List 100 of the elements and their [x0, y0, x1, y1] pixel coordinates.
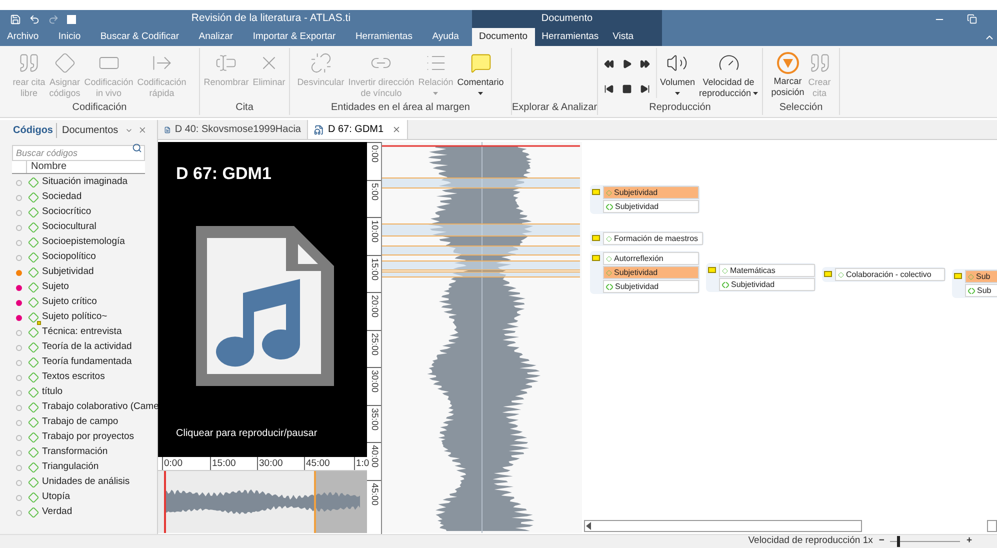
code-row[interactable]: Subjetividad: [0, 265, 157, 280]
code-name: Socioepistemología: [42, 235, 125, 250]
code-row[interactable]: Sujeto político~: [0, 310, 157, 325]
ribbon-button[interactable]: Comentario: [456, 48, 505, 101]
code-row[interactable]: Sociedad: [0, 190, 157, 205]
code-row[interactable]: Textos escritos: [0, 370, 157, 385]
margin-code[interactable]: Subjetividad: [603, 186, 699, 199]
timeline-label: 0:00: [162, 457, 182, 470]
comment-icon[interactable]: [592, 189, 600, 195]
ribbon-tab[interactable]: Buscar & Codificar: [93, 28, 186, 46]
ribbon-tab[interactable]: Importar & Exportar: [246, 28, 343, 46]
code-row[interactable]: Sociocultural: [0, 220, 157, 235]
skip-forward-icon: [640, 84, 650, 94]
code-icon: [28, 507, 39, 518]
audio-file-icon: [196, 226, 334, 386]
code-name: Sociocrítico: [42, 205, 92, 220]
context-tab-group: Documento: [472, 10, 662, 28]
ruler-label: 35:00: [367, 404, 381, 442]
margin-code[interactable]: Subjetividad: [603, 200, 699, 213]
code-icon: [28, 372, 39, 383]
code-row[interactable]: Utopía: [0, 490, 157, 505]
panel-tab[interactable]: Códigos: [10, 122, 57, 138]
code-row[interactable]: Teoría fundamentada: [0, 355, 157, 370]
document-icon: [164, 124, 171, 134]
margin-code[interactable]: Formación de maestros: [603, 232, 703, 245]
code-row[interactable]: Trabajo por proyectos: [0, 430, 157, 445]
code-row[interactable]: Teoría de la actividad: [0, 340, 157, 355]
save-icon[interactable]: [10, 14, 21, 24]
code-row[interactable]: Verdad: [0, 505, 157, 520]
code-row[interactable]: Trabajo colaborativo (Came: [0, 400, 157, 415]
code-row[interactable]: Sociopolítico: [0, 250, 157, 265]
code-icon: [28, 327, 39, 338]
margin-code[interactable]: Sub: [965, 270, 997, 283]
code-icon: [28, 492, 39, 503]
code-icon: [28, 177, 39, 188]
ribbon-group-label: Entidades en el área al margen: [330, 101, 471, 115]
video-area[interactable]: D 67: GDM1 Cliquear para reproducir/pausar: [158, 142, 367, 457]
code-name: Teoría de la actividad: [42, 340, 132, 354]
code-row[interactable]: Sociocrítico: [0, 205, 157, 220]
unlink-icon: [310, 52, 332, 74]
speed-decrease-button[interactable]: −: [878, 534, 884, 548]
ribbon-tab[interactable]: Documento: [472, 28, 535, 46]
speed-increase-button[interactable]: +: [966, 534, 972, 548]
code-row[interactable]: Sujeto crítico: [0, 295, 157, 310]
ribbon-tab[interactable]: Archivo: [0, 28, 46, 46]
code-row[interactable]: Sujeto: [0, 280, 157, 295]
document-tab[interactable]: D 67: GDM1: [308, 120, 408, 139]
scrollbar[interactable]: [584, 520, 862, 532]
code-icon: [606, 190, 612, 196]
ribbon-tab[interactable]: Herramientas: [534, 28, 606, 46]
margin-code[interactable]: Autorreflexión: [603, 252, 699, 265]
scrollbar[interactable]: [987, 520, 997, 532]
close-icon[interactable]: [138, 125, 147, 135]
ribbon-tab[interactable]: Herramientas: [348, 28, 420, 46]
margin-code[interactable]: Subjetividad: [603, 280, 699, 293]
code-icon: [28, 402, 39, 413]
code-row[interactable]: Transformación: [0, 445, 157, 460]
comment-icon[interactable]: [824, 271, 832, 277]
ribbon-tab[interactable]: Vista: [606, 28, 641, 46]
margin-code[interactable]: Subjetividad: [719, 278, 815, 291]
comment-icon[interactable]: [708, 267, 716, 273]
comment-icon[interactable]: [592, 235, 600, 241]
code-row[interactable]: Triangulación: [0, 460, 157, 475]
code-name: Verdad: [42, 505, 72, 520]
code-icon: [28, 267, 39, 278]
margin-code[interactable]: Sub: [965, 284, 997, 297]
link-icon: [606, 204, 613, 210]
code-row[interactable]: Situación imaginada: [0, 175, 157, 190]
comment-icon[interactable]: [592, 255, 600, 261]
code-icon: [28, 387, 39, 398]
code-icon: [28, 252, 39, 263]
margin-code[interactable]: Subjetividad: [603, 266, 699, 279]
ribbon-group-label: Codificación: [71, 101, 128, 115]
ribbon-button[interactable]: Velocidad de reproducción: [698, 48, 760, 101]
code-icon: [28, 462, 39, 473]
restore-icon[interactable]: [967, 14, 977, 24]
ribbon-tab[interactable]: Inicio: [51, 28, 88, 46]
timeline-ruler[interactable]: 0:00 15:00 30:00 45:00 1:0: [158, 457, 367, 471]
ruler-label: 45:00: [367, 480, 381, 517]
code-row[interactable]: Socioepistemología: [0, 235, 157, 250]
code-name: Sociocultural: [42, 220, 96, 234]
margin-code[interactable]: Colaboración - colectivo: [835, 268, 945, 281]
code-row[interactable]: Técnica: entrevista: [0, 325, 157, 340]
ribbon-tab[interactable]: Ayuda: [425, 28, 466, 46]
code-name: Utopía: [42, 490, 70, 504]
comment-icon[interactable]: [954, 273, 962, 279]
undo-icon[interactable]: [29, 14, 40, 24]
margin-code[interactable]: Matemáticas: [719, 264, 815, 277]
search-field[interactable]: Buscar códigos: [12, 145, 145, 161]
code-row[interactable]: Trabajo de campo: [0, 415, 157, 430]
toolbar-icon[interactable]: [67, 14, 76, 24]
code-name: Teoría fundamentada: [42, 355, 132, 370]
speaker-icon: [666, 52, 688, 74]
code-row[interactable]: Unidades de análisis: [0, 475, 157, 490]
ribbon-button[interactable]: Marcar posición: [770, 48, 806, 101]
ribbon-button[interactable]: Volumen: [658, 48, 696, 101]
panel-tab[interactable]: Documentos: [59, 122, 122, 138]
code-row[interactable]: título: [0, 385, 157, 400]
ribbon-tab[interactable]: Analizar: [192, 28, 240, 46]
slider-thumb[interactable]: [897, 536, 900, 547]
